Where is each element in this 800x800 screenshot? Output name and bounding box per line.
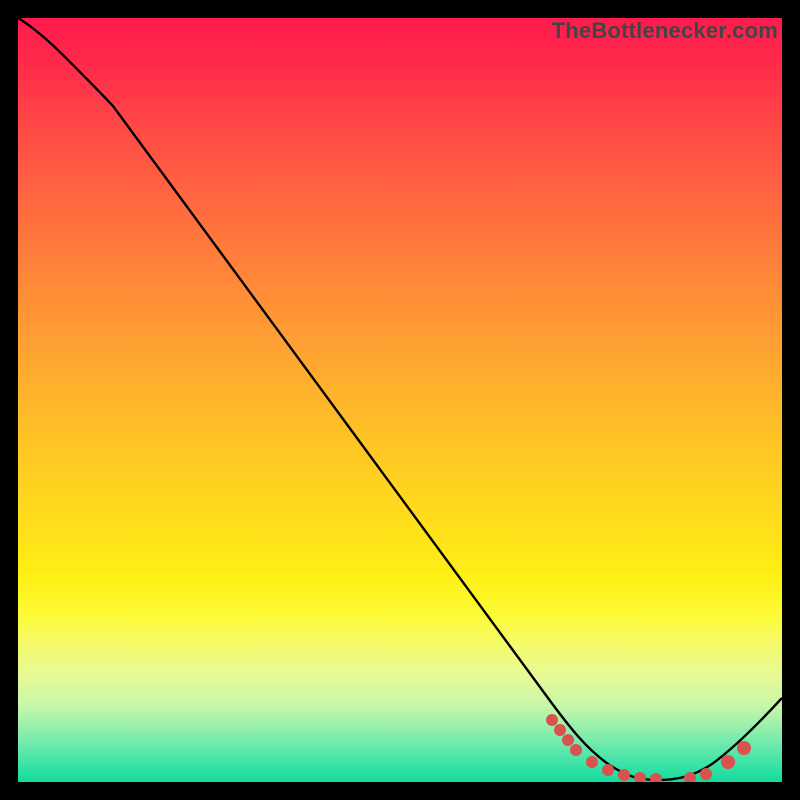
chart-svg <box>18 18 782 782</box>
curve-line <box>18 18 782 780</box>
marker-dots <box>546 714 751 782</box>
watermark-text: TheBottlenecker.com <box>552 18 778 44</box>
chart-frame: TheBottlenecker.com <box>18 18 782 782</box>
